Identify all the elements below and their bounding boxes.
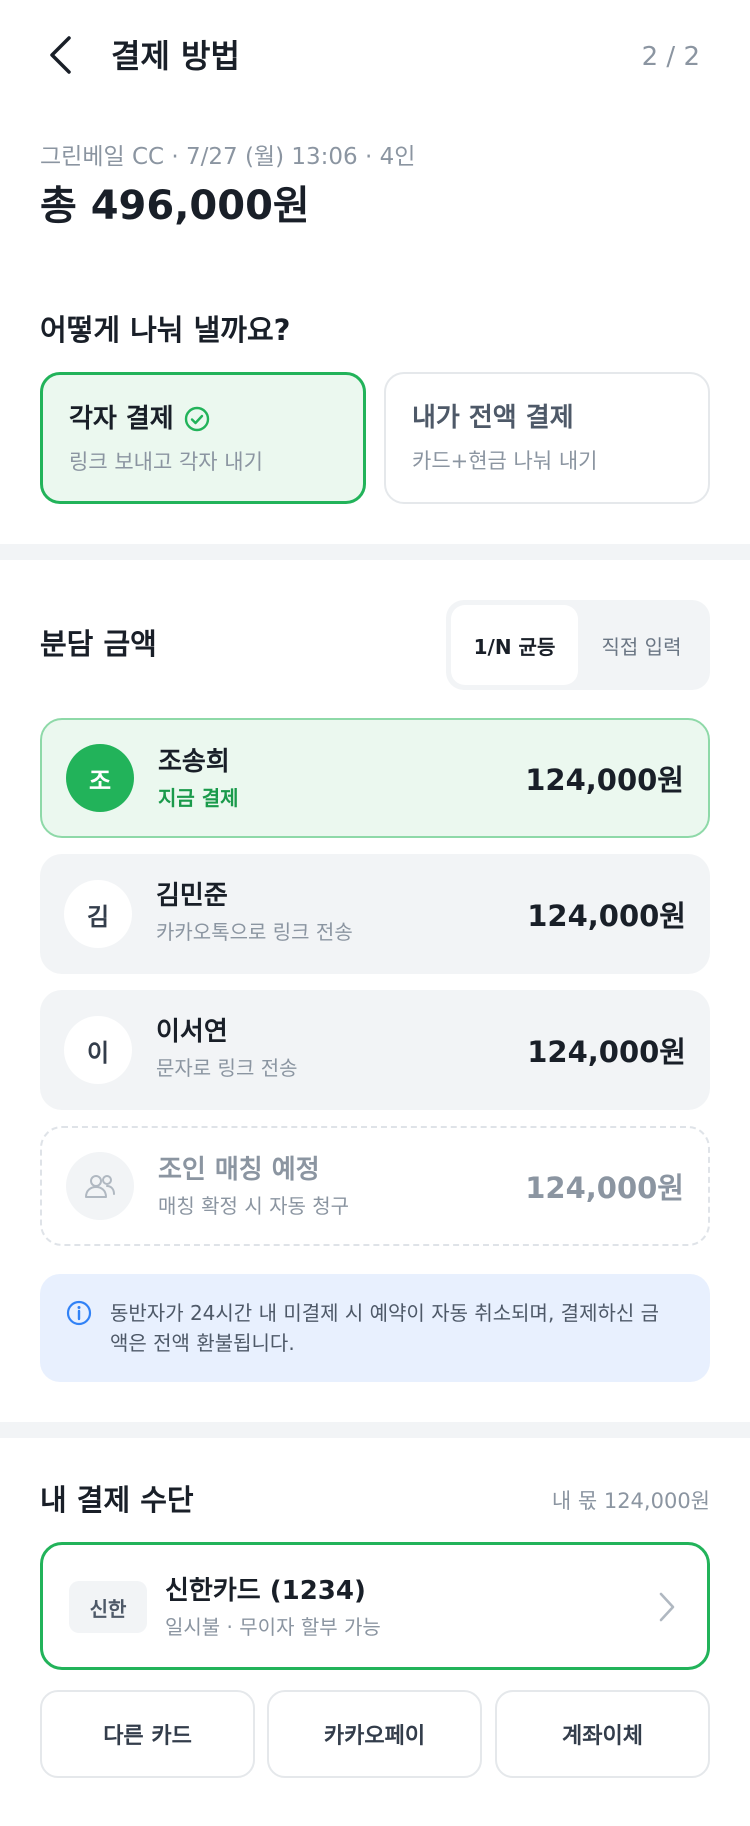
chevron-right-icon xyxy=(659,1592,675,1622)
header: 결제 방법 2 / 2 xyxy=(0,0,750,112)
chevron-left-icon xyxy=(50,36,71,74)
member-amount: 124,000원 xyxy=(525,763,684,797)
payment-section-title: 내 결제 수단 xyxy=(40,1483,194,1517)
member-amount: 124,000원 xyxy=(527,899,686,933)
method-card-individual[interactable]: 각자 결제 링크 보내고 각자 내기 xyxy=(40,372,366,504)
avatar xyxy=(66,1152,134,1220)
member-name: 조인 매칭 예정 xyxy=(158,1155,320,1185)
booking-info: 그린베일 CC · 7/27 (월) 13:06 · 4인 xyxy=(40,144,416,170)
method-title: 내가 전액 결제 xyxy=(412,403,574,433)
section-divider xyxy=(0,544,750,560)
avatar: 조 xyxy=(66,744,134,812)
refund-notice: 동반자가 24시간 내 미결제 시 예약이 자동 취소되며, 결제하신 금액은 … xyxy=(40,1274,710,1382)
check-circle-icon xyxy=(184,406,210,432)
section-divider xyxy=(0,1422,750,1438)
member-status: 문자로 링크 전송 xyxy=(156,1056,298,1080)
other-card-button[interactable]: 다른 카드 xyxy=(40,1690,255,1778)
avatar: 이 xyxy=(64,1016,132,1084)
info-icon xyxy=(66,1300,92,1334)
kakaopay-button[interactable]: 카카오페이 xyxy=(267,1690,482,1778)
member-status: 매칭 확정 시 자동 청구 xyxy=(158,1194,350,1218)
bank-badge: 신한 xyxy=(69,1581,147,1633)
method-card-full[interactable]: 내가 전액 결제 카드+현금 나눠 내기 xyxy=(384,372,710,504)
tab-custom[interactable]: 직접 입력 xyxy=(578,605,705,685)
member-row[interactable]: 김 김민준 카카오톡으로 링크 전송 124,000원 xyxy=(40,854,710,974)
my-share-amount: 내 몫 124,000원 xyxy=(551,1489,710,1513)
avatar: 김 xyxy=(64,880,132,948)
card-name: 신한카드 (1234) xyxy=(165,1576,366,1606)
step-indicator: 2 / 2 xyxy=(641,42,700,72)
selected-card[interactable]: 신한 신한카드 (1234) 일시불 · 무이자 할부 가능 xyxy=(40,1542,710,1670)
member-status: 카카오톡으로 링크 전송 xyxy=(156,920,353,944)
member-name: 이서연 xyxy=(156,1017,228,1047)
total-amount: 총 496,000원 xyxy=(40,183,310,229)
back-button[interactable] xyxy=(40,30,80,80)
method-sub: 카드+현금 나눠 내기 xyxy=(412,449,598,473)
split-mode-toggle: 1/N 균등 직접 입력 xyxy=(446,600,710,690)
member-row-pending[interactable]: 조인 매칭 예정 매칭 확정 시 자동 청구 124,000원 xyxy=(40,1126,710,1246)
member-row[interactable]: 이 이서연 문자로 링크 전송 124,000원 xyxy=(40,990,710,1110)
share-section-title: 분담 금액 xyxy=(40,627,157,661)
bank-transfer-button[interactable]: 계좌이체 xyxy=(495,1690,710,1778)
member-row[interactable]: 조 조송희 지금 결제 124,000원 xyxy=(40,718,710,838)
people-icon xyxy=(85,1175,115,1198)
method-title: 각자 결제 xyxy=(69,404,174,434)
member-name: 김민준 xyxy=(156,881,228,911)
tab-equal[interactable]: 1/N 균등 xyxy=(451,605,578,685)
page-title: 결제 방법 xyxy=(111,37,240,75)
card-sub: 일시불 · 무이자 할부 가능 xyxy=(165,1615,381,1639)
split-section-title: 어떻게 나눠 낼까요? xyxy=(40,313,291,347)
member-name: 조송희 xyxy=(158,747,230,777)
member-amount: 124,000원 xyxy=(527,1035,686,1069)
member-status: 지금 결제 xyxy=(158,786,239,810)
notice-text: 동반자가 24시간 내 미결제 시 예약이 자동 취소되며, 결제하신 금액은 … xyxy=(110,1301,660,1355)
method-sub: 링크 보내고 각자 내기 xyxy=(69,450,263,474)
member-amount: 124,000원 xyxy=(525,1171,684,1205)
method-title-row: 각자 결제 xyxy=(69,401,337,437)
